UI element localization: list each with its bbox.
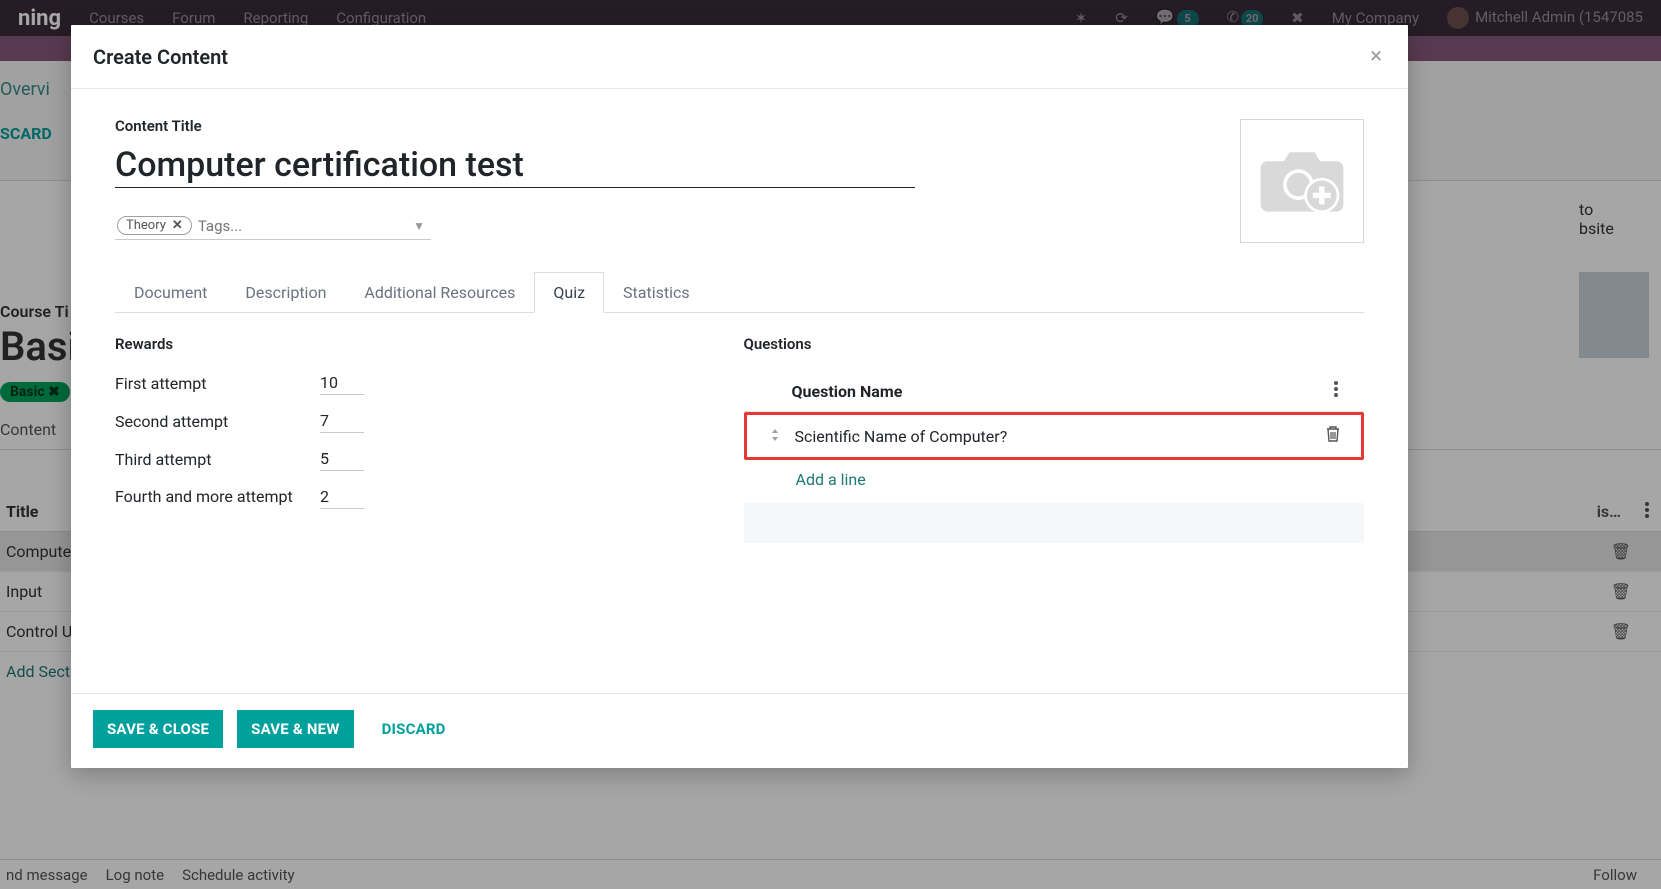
image-upload[interactable] — [1240, 119, 1364, 243]
drag-handle-icon[interactable] — [755, 427, 795, 446]
tag-text-input[interactable] — [198, 217, 409, 235]
content-left: Content Title Theory ✕ ▼ — [115, 117, 1240, 243]
trash-icon[interactable] — [1313, 425, 1353, 447]
reward-label: Fourth and more attempt — [115, 487, 320, 508]
reward-row-third: Third attempt — [115, 447, 716, 471]
reward-label: First attempt — [115, 374, 320, 393]
reward-row-second: Second attempt — [115, 409, 716, 433]
content-title-label: Content Title — [115, 117, 1216, 135]
tag-chip-theory[interactable]: Theory ✕ — [117, 216, 192, 235]
content-title-input[interactable] — [115, 141, 915, 188]
reward-label: Second attempt — [115, 412, 320, 431]
tab-additional-resources[interactable]: Additional Resources — [345, 272, 534, 313]
question-name: Scientific Name of Computer? — [795, 427, 1314, 446]
add-question-line[interactable]: Add a line — [744, 460, 1365, 499]
quiz-area: Rewards First attempt Second attempt Thi… — [115, 335, 1364, 543]
create-content-modal: Create Content × Content Title Theory ✕ … — [71, 25, 1408, 768]
reward-row-fourth: Fourth and more attempt — [115, 485, 716, 509]
questions-col-name: Question Name — [792, 382, 1317, 401]
chevron-down-icon[interactable]: ▼ — [409, 219, 429, 233]
modal-footer: SAVE & CLOSE SAVE & NEW DISCARD — [71, 693, 1408, 768]
camera-plus-icon — [1257, 143, 1347, 219]
modal-title: Create Content — [93, 45, 228, 69]
modal-body: Content Title Theory ✕ ▼ — [71, 89, 1408, 693]
tab-statistics[interactable]: Statistics — [604, 272, 709, 313]
kebab-icon[interactable] — [1316, 381, 1356, 401]
rewards-title: Rewards — [115, 335, 716, 353]
save-new-button[interactable]: SAVE & NEW — [237, 710, 353, 748]
content-tabs: Document Description Additional Resource… — [115, 271, 1364, 313]
tab-description[interactable]: Description — [226, 272, 345, 313]
save-close-button[interactable]: SAVE & CLOSE — [93, 710, 223, 748]
content-top-row: Content Title Theory ✕ ▼ — [115, 117, 1364, 243]
questions-section: Questions Question Name Scientific Name … — [740, 335, 1365, 543]
tags-input[interactable]: Theory ✕ ▼ — [115, 214, 431, 240]
reward-label: Third attempt — [115, 450, 320, 469]
reward-input-fourth[interactable] — [320, 485, 364, 509]
discard-button[interactable]: DISCARD — [368, 710, 460, 748]
questions-title: Questions — [744, 335, 1365, 353]
tab-document[interactable]: Document — [115, 272, 226, 313]
reward-input-third[interactable] — [320, 447, 364, 471]
tab-quiz[interactable]: Quiz — [534, 272, 604, 313]
close-icon[interactable]: × — [1366, 42, 1386, 72]
reward-input-first[interactable] — [320, 371, 364, 395]
tag-remove-icon[interactable]: ✕ — [172, 218, 183, 233]
tag-label: Theory — [126, 218, 166, 233]
reward-input-second[interactable] — [320, 409, 364, 433]
question-row[interactable]: Scientific Name of Computer? — [744, 412, 1365, 460]
reward-row-first: First attempt — [115, 371, 716, 395]
rewards-section: Rewards First attempt Second attempt Thi… — [115, 335, 740, 543]
modal-header: Create Content × — [71, 25, 1408, 89]
questions-header-row: Question Name — [744, 371, 1365, 412]
question-ghost-row — [744, 503, 1365, 543]
